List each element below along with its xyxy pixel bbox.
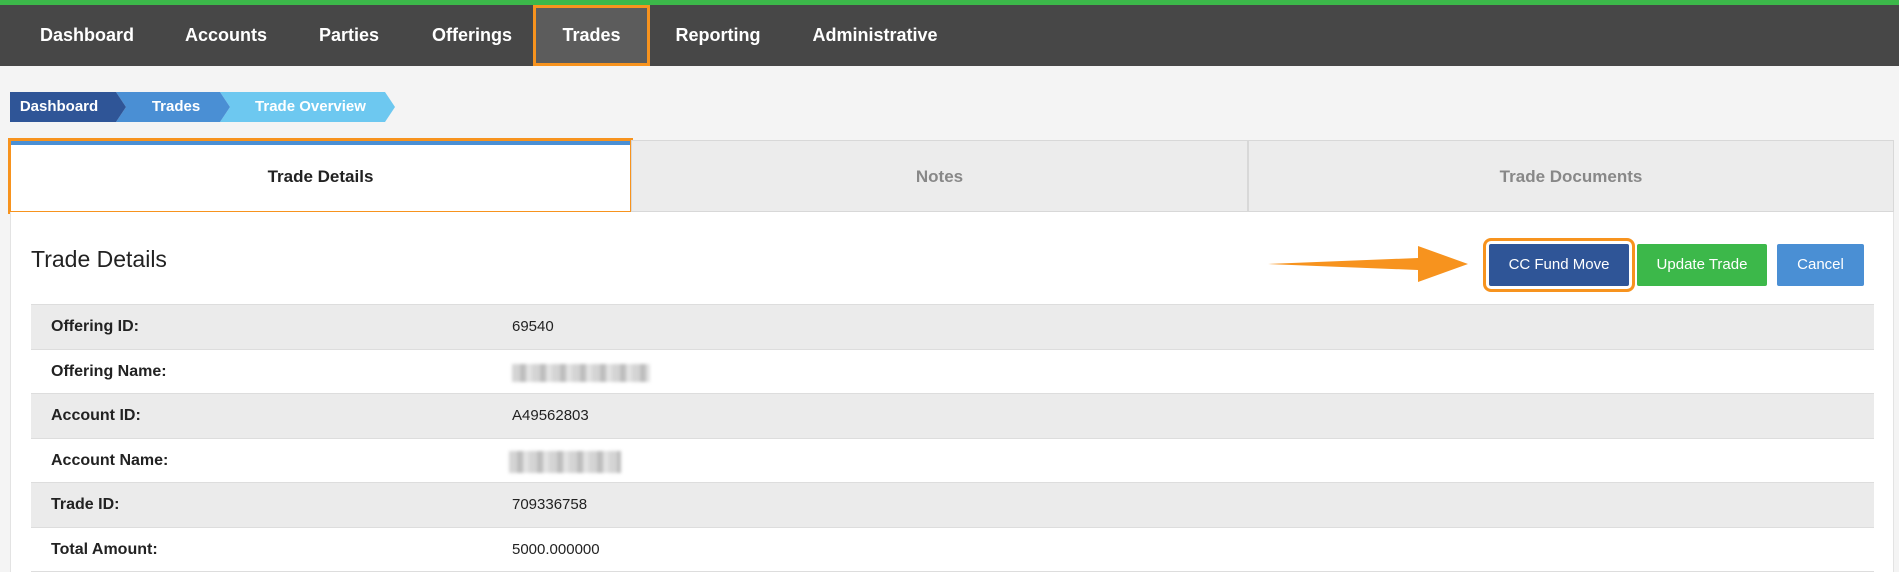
nav-item-reporting[interactable]: Reporting [664, 5, 772, 66]
detail-value: 5000.000000 [512, 540, 600, 558]
breadcrumb-dashboard[interactable]: Dashboard [10, 92, 126, 122]
nav-item-dashboard[interactable]: Dashboard [20, 5, 154, 66]
nav-item-administrative[interactable]: Administrative [800, 5, 950, 66]
arrow-pointer-icon [1268, 246, 1468, 282]
detail-row-trade-id: Trade ID: 709336758 [31, 483, 1874, 528]
redacted-value [509, 450, 621, 473]
tab-trade-documents[interactable]: Trade Documents [1248, 140, 1894, 212]
nav-item-accounts[interactable]: Accounts [168, 5, 284, 66]
detail-row-offering-name: Offering Name: [31, 350, 1874, 394]
cancel-button[interactable]: Cancel [1777, 244, 1864, 286]
nav-item-offerings[interactable]: Offerings [418, 5, 526, 66]
page-title: Trade Details [31, 246, 167, 272]
breadcrumb-trades[interactable]: Trades [116, 92, 230, 122]
nav-item-parties[interactable]: Parties [300, 5, 398, 66]
nav-item-trades[interactable]: Trades [533, 5, 650, 66]
update-trade-button[interactable]: Update Trade [1637, 244, 1767, 286]
detail-label: Offering ID: [51, 318, 139, 335]
cc-fund-move-button[interactable]: CC Fund Move [1483, 238, 1635, 292]
detail-label: Account ID: [51, 407, 141, 424]
detail-label: Total Amount: [51, 540, 158, 558]
detail-row-account-id: Account ID: A49562803 [31, 394, 1874, 439]
detail-row-total-amount: Total Amount: 5000.000000 [31, 528, 1874, 572]
detail-value: A49562803 [512, 407, 589, 424]
detail-label: Trade ID: [51, 496, 120, 513]
detail-value: 709336758 [512, 496, 588, 513]
tab-notes[interactable]: Notes [631, 140, 1248, 212]
top-navigation: Dashboard Accounts Parties Offerings Tra… [0, 0, 1899, 66]
trade-details-table: Offering ID: 69540 Offering Name: Accoun… [31, 304, 1874, 572]
trade-details-panel: Trade Details CC Fund Move Update Trade … [10, 212, 1894, 572]
breadcrumb-trade-overview[interactable]: Trade Overview [220, 92, 395, 122]
tab-bar: Trade Details Notes Trade Documents [8, 138, 1894, 214]
detail-row-account-name: Account Name: [31, 439, 1874, 483]
detail-row-offering-id: Offering ID: 69540 [31, 305, 1874, 350]
detail-label: Account Name: [51, 451, 169, 469]
detail-value: 69540 [512, 318, 554, 335]
detail-label: Offering Name: [51, 362, 167, 380]
tab-trade-details[interactable]: Trade Details [8, 138, 633, 214]
redacted-value [512, 363, 650, 382]
